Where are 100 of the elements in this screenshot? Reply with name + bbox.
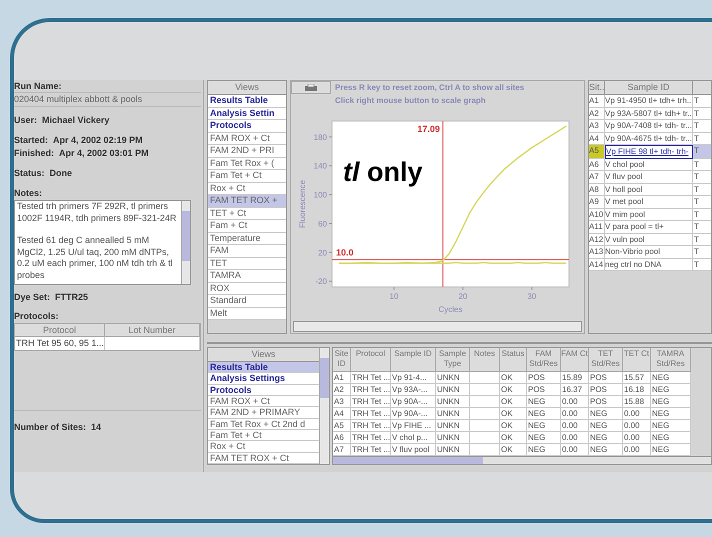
table-cell: POS [589, 396, 623, 408]
table-cell: Vp 90A-... [391, 408, 436, 420]
table-cell: OK [500, 408, 527, 420]
threshold-value: 10.0 [336, 248, 354, 258]
table-cell: UNKN [436, 420, 470, 432]
table-cell: T [693, 246, 711, 258]
field-label: Run Name: [14, 80, 63, 92]
table-cell: NEG [651, 384, 691, 396]
y-tick: -20 [315, 277, 332, 286]
y-axis-label: Fluorescence [298, 180, 307, 228]
table-cell: TRH Tet ... [351, 444, 391, 456]
info-text: User: Michael Vickery [14, 114, 110, 127]
table-cell: 0.00 [561, 408, 589, 420]
column-header: Views [208, 348, 319, 362]
table-cell: T [693, 120, 711, 132]
table-cell: 0.00 [623, 444, 651, 456]
table-cell: T [693, 184, 711, 196]
column-header: Sample ID [391, 348, 436, 372]
table-cell: 15.57 [623, 372, 651, 384]
table-cell: 0.00 [561, 432, 589, 444]
table-cell: A2 [333, 384, 351, 396]
table-cell: Vp FIHE ... [391, 420, 436, 432]
table-cell: 0.00 [561, 396, 589, 408]
table-cell: T [693, 132, 711, 145]
table-cell: POS [589, 372, 623, 384]
table-cell: POS [527, 372, 561, 384]
field-label: Notes: [14, 187, 44, 200]
y-tick: 180 [314, 132, 332, 142]
x-tick: 20 [458, 286, 468, 301]
table-cell: 16.37 [561, 384, 589, 396]
table-cell: TRH Tet ... [351, 396, 391, 408]
table-cell: TRH Tet ... [351, 384, 391, 396]
table-cell: TRH Tet 95 60, 95 1... [15, 337, 105, 350]
table-cell: Vp 91-4... [391, 372, 436, 384]
table-cell: 0.00 [561, 444, 589, 456]
table-cell: UNKN [436, 432, 470, 444]
hint-text: Click right mouse button to scale graph [335, 95, 487, 107]
notes-paragraph: Tested trh primers 7F 292R, tl primers 1002F 1194R, tdh primers 89F-321-24R [17, 201, 178, 224]
column-header: TET Std/Res [589, 348, 623, 372]
x-tick-label: 30 [527, 292, 537, 301]
table-cell: OK [500, 384, 527, 396]
y-tick-label: 20 [318, 248, 328, 258]
table-cell: T [693, 171, 711, 184]
x-tick-label: 20 [458, 292, 468, 301]
table-cell: OK [500, 432, 527, 444]
table-cell: OK [500, 396, 527, 408]
table-cell: T [693, 221, 711, 234]
table-cell: UNKN [436, 384, 470, 396]
table-cell: UNKN [436, 372, 470, 384]
table-cell: 15.88 [623, 396, 651, 408]
table-cell: NEG [651, 444, 691, 456]
column-header: Sample Type [436, 348, 470, 372]
table-cell: 0.00 [623, 432, 651, 444]
column-header: Notes [470, 348, 500, 372]
table-cell: T [693, 258, 711, 271]
table-cell: T [693, 145, 711, 158]
table-cell: NEG [589, 432, 623, 444]
threshold-cycle-value: 17.09 [417, 124, 440, 134]
table-cell: NEG [527, 408, 561, 420]
table-cell: UNKN [436, 408, 470, 420]
table-cell: TRH Tet ... [351, 420, 391, 432]
table-cell: A6 [333, 432, 351, 444]
field-label: Protocols: [14, 310, 60, 323]
x-tick: 30 [527, 286, 536, 301]
hint-text: Press R key to reset zoom, Ctrl A to show all sites [335, 82, 524, 94]
table-cell: V chol p... [391, 432, 436, 444]
table-cell: T [693, 158, 711, 171]
column-header: TAMRA Std/Res [651, 348, 691, 372]
table-cell: 0.00 [561, 420, 589, 432]
table-cell: OK [500, 444, 527, 456]
info-text: Dye Set: FTTR25 [14, 291, 90, 304]
info-text: Started: Apr 4, 2002 02:19 PM [14, 134, 144, 147]
y-tick-label: 140 [314, 162, 328, 171]
column-header: TET Ct [623, 348, 651, 372]
table-cell: NEG [527, 432, 561, 444]
table-cell: A7 [333, 444, 351, 456]
table-cell: OK [500, 420, 527, 432]
table-cell: Vp 90A-... [391, 396, 436, 408]
table-cell: NEG [589, 408, 623, 420]
y-tick-label: 100 [314, 190, 328, 200]
table-cell: NEG [651, 396, 691, 408]
column-header: Sample ID [605, 81, 693, 95]
table-cell: NEG [527, 444, 561, 456]
table-cell: TRH Tet ... [351, 372, 391, 384]
chart-label: tl only [343, 159, 423, 186]
table-cell: 0.00 [623, 420, 651, 432]
column-header: Status [500, 348, 527, 372]
column-header: Protocol [15, 324, 105, 337]
table-cell: POS [589, 384, 623, 396]
info-text: Status: Done [14, 167, 74, 180]
y-tick: 100 [314, 190, 332, 200]
table-cell: UNKN [436, 396, 470, 408]
table-cell: UNKN [436, 444, 470, 456]
table-cell: POS [527, 384, 561, 396]
table-cell: NEG [651, 372, 691, 384]
table-cell: 0.00 [623, 408, 651, 420]
table-cell: V fluv pool [391, 444, 436, 456]
table-cell: NEG [651, 408, 691, 420]
table-cell: A4 [333, 408, 351, 420]
table-cell: NEG [651, 420, 691, 432]
